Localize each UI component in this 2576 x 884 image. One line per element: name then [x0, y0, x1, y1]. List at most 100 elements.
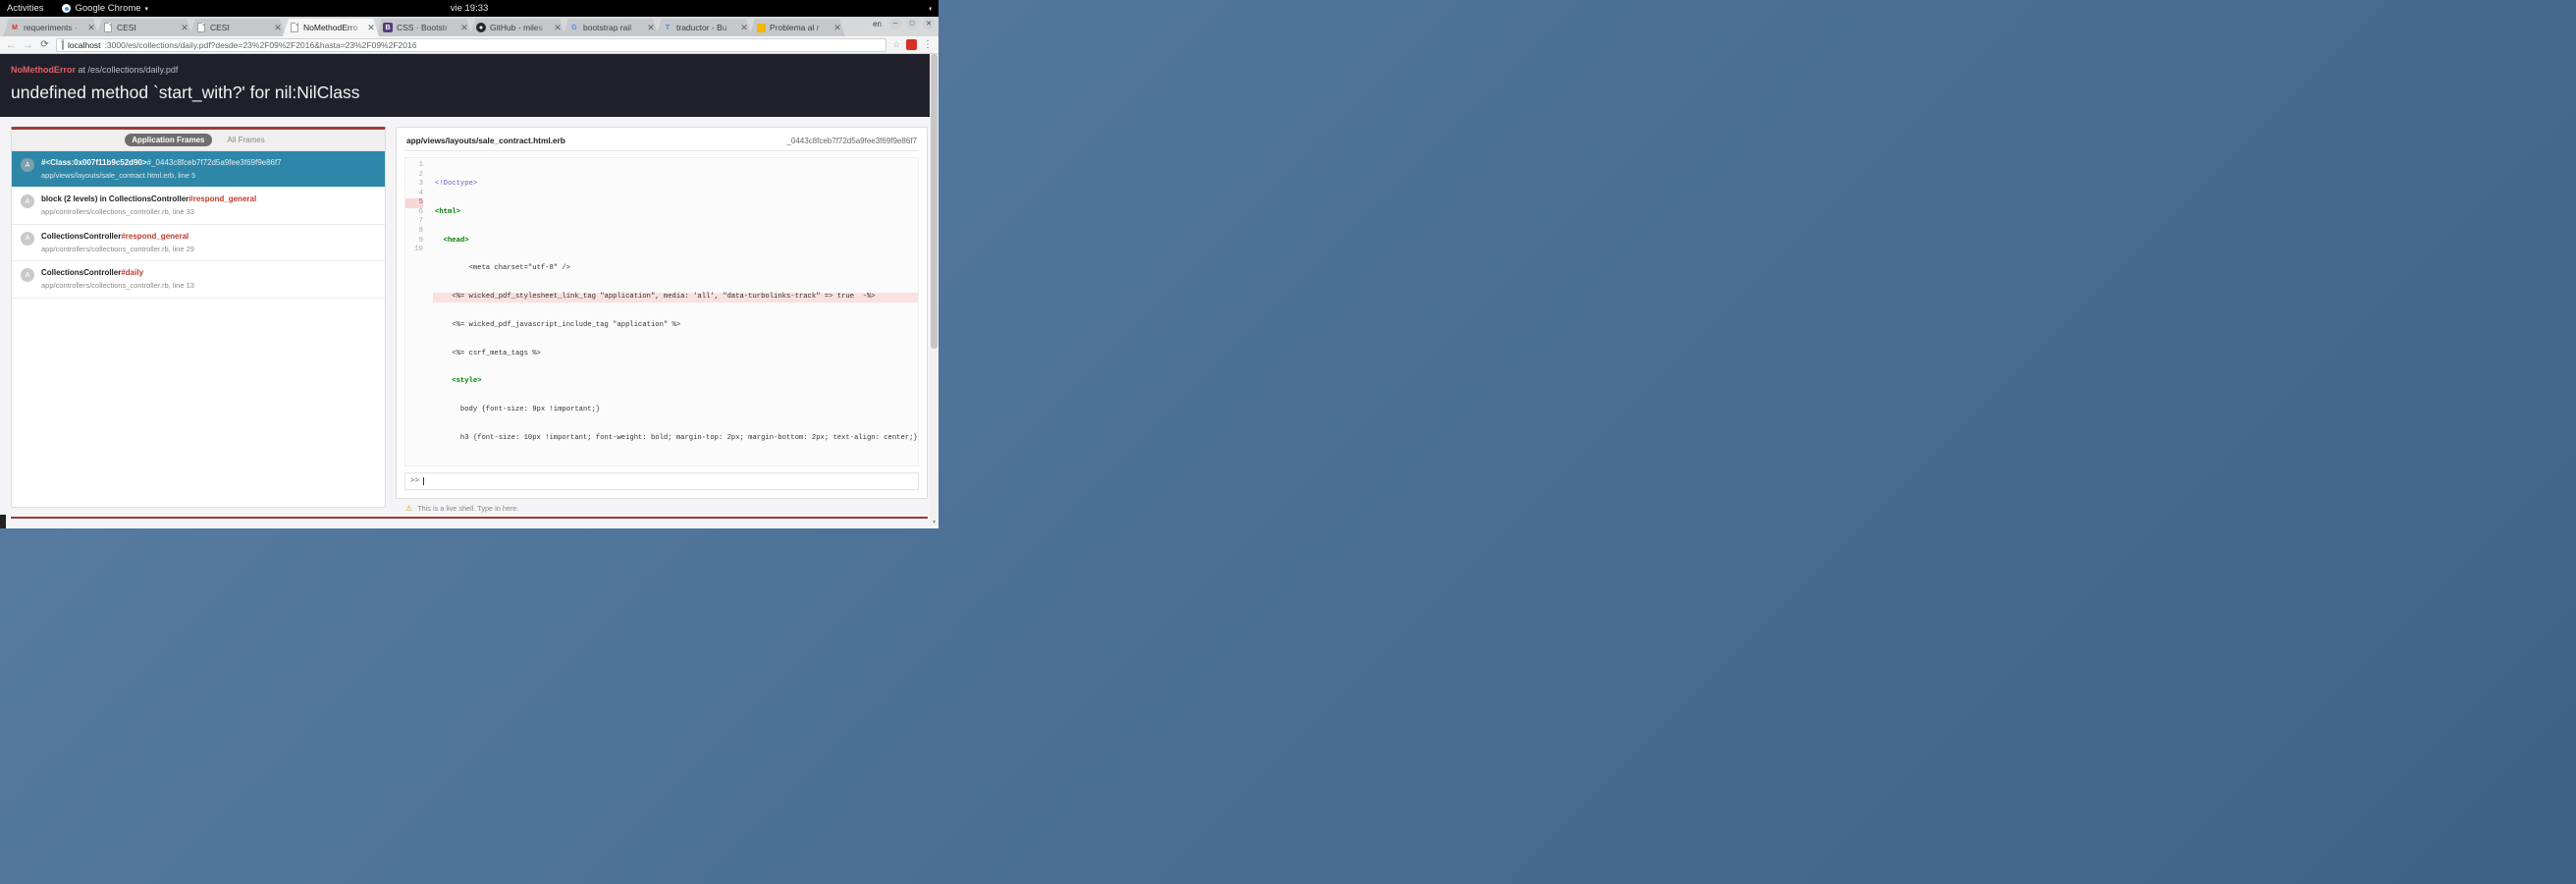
minimize-button[interactable]: ─ [889, 18, 901, 29]
tab-close-icon[interactable]: ✕ [646, 23, 656, 33]
volume-icon: ◖ [928, 4, 933, 13]
extension-icon[interactable] [906, 39, 917, 50]
error-page: NoMethodError at /es/collections/daily.p… [0, 54, 939, 526]
frames-tab-group: Application Frames All Frames [12, 130, 385, 151]
frame-title: #<Class:0x007f11b9c52d90>#_0443c8fceb7f7… [41, 157, 282, 169]
keyboard-language-indicator[interactable]: en [873, 20, 882, 28]
tab-label: traductor - Bu [676, 23, 727, 32]
frame-title-bold: #<Class:0x007f11b9c52d90> [41, 158, 147, 167]
gmail-icon: M [12, 24, 18, 31]
frame-method: #respond_general [188, 194, 257, 204]
tab-close-icon[interactable]: ✕ [86, 23, 96, 33]
window-controls: en ─ □ ✕ [873, 18, 935, 29]
request-path: /es/collections/daily.pdf [87, 65, 179, 75]
frame-row-3[interactable]: A CollectionsController#daily app/contro… [12, 261, 385, 299]
exception-name: NoMethodError [11, 65, 76, 75]
bookmark-star-icon[interactable]: ☆ [892, 39, 900, 50]
line-number-highlighted: 5 [405, 198, 423, 208]
browser-tab-7[interactable]: T traductor - Bu ✕ [656, 19, 752, 36]
error-header: NoMethodError at /es/collections/daily.p… [0, 54, 939, 117]
page-scrollbar-thumb[interactable] [931, 54, 938, 349]
browser-tab-1[interactable]: CESI ✕ [96, 19, 192, 36]
frame-badge: A [21, 194, 34, 209]
browser-toolbar: ← → ⟳ localhost:3000/es/collections/dail… [0, 36, 939, 54]
source-column: app/views/layouts/sale_contract.html.erb… [396, 127, 928, 528]
frame-method: #daily [121, 268, 144, 278]
frame-row-1[interactable]: A block (2 levels) in CollectionsControl… [12, 188, 385, 225]
reload-button[interactable]: ⟳ [39, 39, 50, 50]
text-cursor [423, 476, 425, 485]
maximize-button[interactable]: □ [906, 18, 918, 29]
line-number: 3 [418, 180, 423, 189]
tab-close-icon[interactable]: ✕ [553, 23, 563, 33]
browser-tab-3-active[interactable]: NoMethodErro ✕ [283, 19, 379, 36]
back-button[interactable]: ← [6, 39, 17, 51]
line-number-gutter: 1 2 3 4 5 6 7 8 9 10 [405, 158, 427, 466]
frame-method: #respond_general [121, 231, 189, 241]
frames-panel: Application Frames All Frames A #<Class:… [11, 127, 386, 508]
line-number: 8 [418, 227, 423, 236]
code-line: h3 {font-size: 10px !important; font-wei… [435, 433, 918, 442]
page-icon [103, 23, 113, 32]
code-line: <meta charset="utf-8" /> [435, 264, 571, 273]
frame-title-bold: block (2 levels) in CollectionsControlle… [41, 194, 189, 204]
frame-badge: A [21, 268, 34, 283]
browser-tab-2[interactable]: CESI ✕ [189, 19, 286, 36]
source-code-viewer: 1 2 3 4 5 6 7 8 9 10 <!Doctype> <html> <… [404, 157, 919, 467]
browser-tab-5[interactable]: ● GitHub - miles ✕ [469, 19, 565, 36]
code-line: body {font-size: 9px !important;} [435, 406, 601, 414]
close-button[interactable]: ✕ [923, 18, 935, 29]
tab-label: requeriments - [24, 23, 78, 32]
tab-close-icon[interactable]: ✕ [273, 23, 283, 33]
browser-tab-8[interactable]: Problema al r ✕ [749, 19, 845, 36]
live-shell-input[interactable]: >> [404, 471, 919, 490]
tab-strip: M requeriments - ✕ CESI ✕ CESI ✕ NoMetho… [0, 17, 939, 36]
code-line: <head> [435, 236, 469, 245]
system-top-bar: Activities Google Chrome ▾ vie 19:33 ◖ [0, 0, 939, 17]
system-clock[interactable]: vie 19:33 [451, 3, 489, 14]
frame-badge: A [21, 231, 34, 246]
orange-square-icon [756, 23, 766, 32]
code-line: <%= csrf_meta_tags %> [435, 349, 541, 358]
system-status-icons[interactable]: ◖ [928, 4, 933, 13]
page-scrollbar[interactable]: ▾ [930, 54, 939, 526]
code-line: <style> [435, 377, 482, 386]
app-menu-chrome[interactable]: Google Chrome ▾ [62, 3, 148, 14]
source-file-name: app/views/layouts/sale_contract.html.erb [406, 136, 565, 145]
frame-path: app/controllers/collections_controller.r… [41, 281, 194, 290]
tab-close-icon[interactable]: ✕ [366, 23, 376, 33]
code-line: <!Doctype> [435, 180, 478, 189]
browser-tab-4[interactable]: B CSS · Bootstr ✕ [376, 19, 472, 36]
tab-application-frames[interactable]: Application Frames [125, 134, 212, 146]
tab-label: CESI [210, 23, 230, 32]
shell-hint-text: This is a live shell. Type in here. [417, 503, 519, 513]
line-number: 2 [418, 170, 423, 179]
code-line: <html> [435, 207, 460, 216]
chrome-menu-button[interactable]: ⋮ [923, 39, 933, 50]
address-bar[interactable]: localhost:3000/es/collections/daily.pdf?… [56, 37, 886, 52]
code-line: <%= wicked_pdf_javascript_include_tag "a… [435, 320, 681, 329]
tab-close-icon[interactable]: ✕ [739, 23, 749, 33]
google-icon: G [571, 24, 577, 31]
forward-button[interactable]: → [23, 39, 33, 51]
line-number: 4 [418, 189, 423, 197]
error-body: Application Frames All Frames A #<Class:… [0, 117, 939, 528]
tab-close-icon[interactable]: ✕ [180, 23, 189, 33]
activities-button[interactable]: Activities [7, 3, 43, 14]
dock-indicator [0, 515, 6, 528]
browser-tab-0[interactable]: M requeriments - ✕ [3, 19, 99, 36]
tab-all-frames[interactable]: All Frames [221, 134, 272, 146]
browser-tab-6[interactable]: G bootstrap rail ✕ [563, 19, 659, 36]
url-host: localhost [68, 39, 101, 50]
frame-path: app/views/layouts/sale_contract.html.erb… [41, 170, 196, 180]
chrome-icon [62, 4, 72, 13]
page-icon [196, 23, 206, 32]
page-icon [290, 23, 299, 32]
frame-title-dim: #_0443c8fceb7f72d5a9fee3f69f9e86f7 [146, 158, 282, 167]
frame-path: app/controllers/collections_controller.r… [41, 207, 194, 217]
frame-row-2[interactable]: A CollectionsController#respond_general … [12, 225, 385, 262]
tab-close-icon[interactable]: ✕ [459, 23, 469, 33]
frame-row-0[interactable]: A #<Class:0x007f11b9c52d90>#_0443c8fceb7… [12, 151, 385, 189]
scroll-down-arrow[interactable]: ▾ [931, 519, 938, 525]
tab-close-icon[interactable]: ✕ [832, 23, 842, 33]
